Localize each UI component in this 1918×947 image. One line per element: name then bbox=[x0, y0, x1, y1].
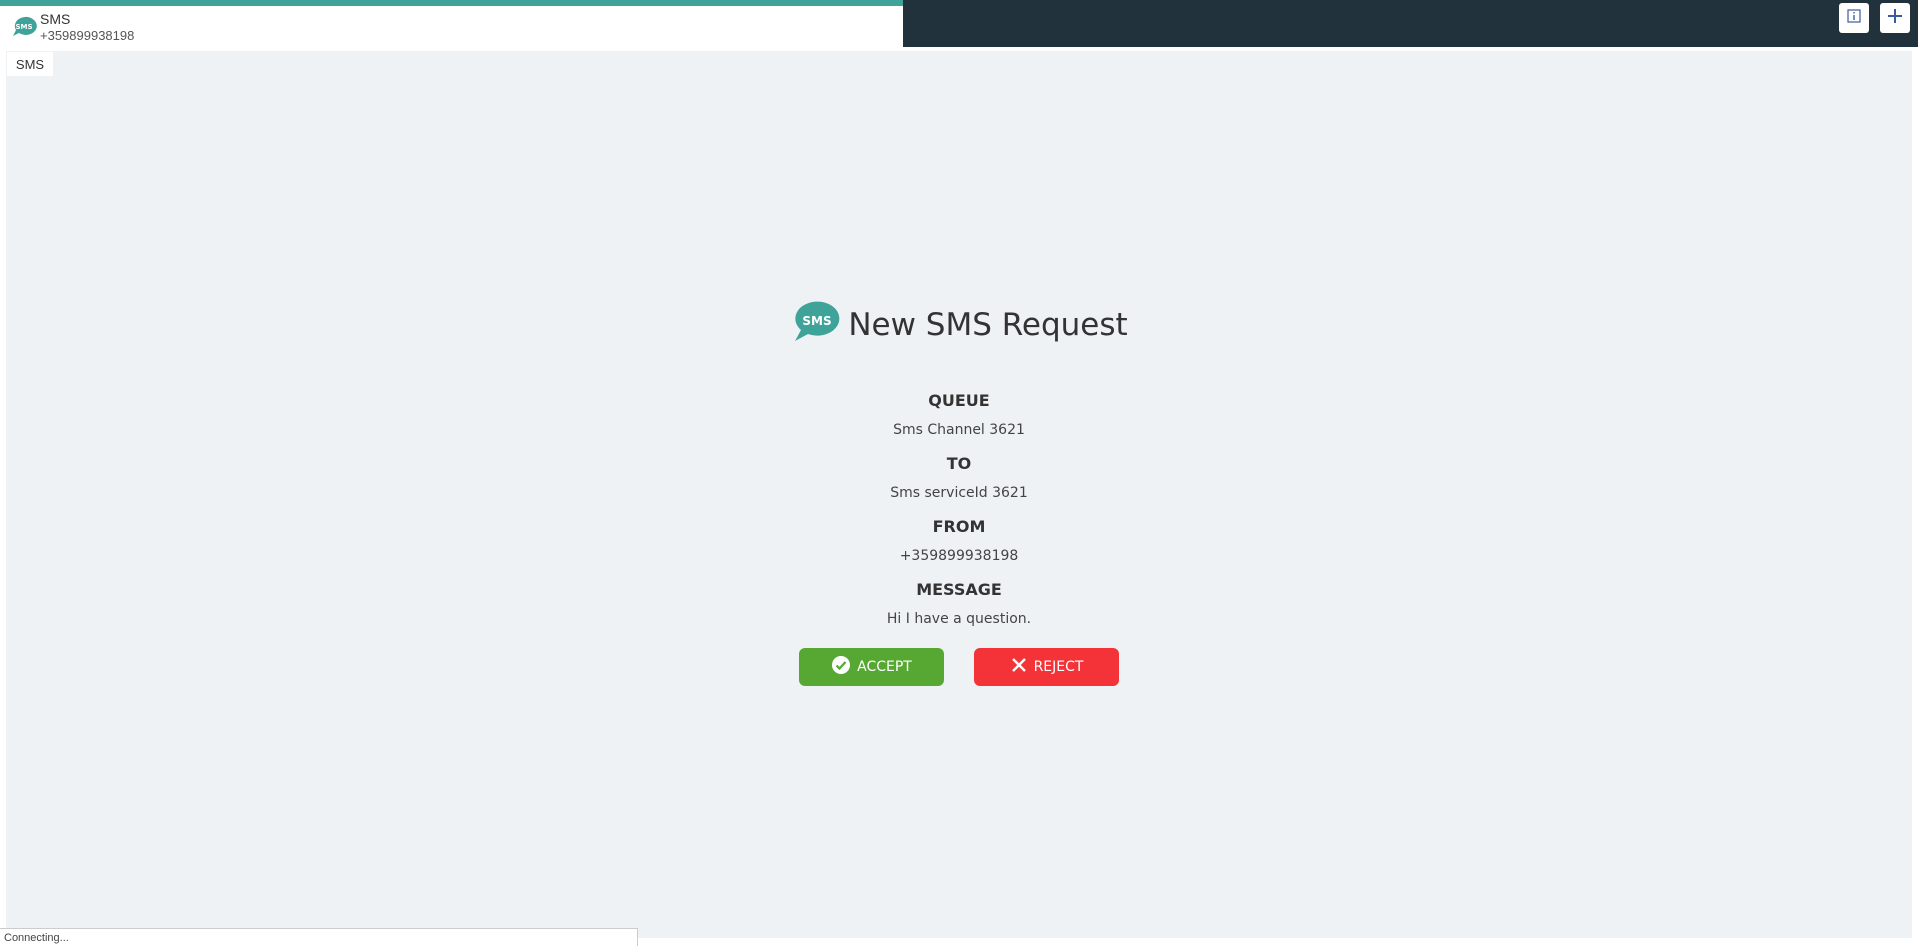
request-fields: QUEUE Sms Channel 3621 TO Sms serviceId … bbox=[0, 390, 1918, 629]
info-icon bbox=[1847, 8, 1861, 28]
accept-label: ACCEPT bbox=[857, 659, 912, 675]
tab-subtitle: +359899938198 bbox=[40, 28, 135, 43]
queue-label: QUEUE bbox=[928, 391, 990, 410]
queue-value: Sms Channel 3621 bbox=[893, 422, 1025, 438]
add-button[interactable] bbox=[1880, 3, 1910, 33]
message-label: MESSAGE bbox=[916, 580, 1002, 599]
info-button[interactable] bbox=[1839, 3, 1869, 33]
session-tab[interactable]: SMS SMS +359899938198 bbox=[0, 0, 903, 47]
from-label: FROM bbox=[932, 517, 986, 536]
sms-bubble-icon: SMS bbox=[9, 15, 37, 39]
accept-button[interactable]: ACCEPT bbox=[799, 648, 944, 686]
request-title: New SMS Request bbox=[848, 306, 1128, 343]
plus-icon bbox=[1886, 7, 1904, 30]
sms-request-panel: SMS New SMS Request bbox=[0, 300, 1918, 349]
to-label: TO bbox=[946, 454, 972, 473]
reject-button[interactable]: REJECT bbox=[974, 648, 1119, 686]
svg-text:SMS: SMS bbox=[803, 314, 832, 328]
check-circle-icon bbox=[831, 655, 851, 679]
close-icon bbox=[1010, 656, 1028, 678]
reject-label: REJECT bbox=[1033, 659, 1084, 675]
tab-title: SMS bbox=[40, 11, 71, 27]
status-bar: Connecting... bbox=[0, 928, 638, 946]
tab-sms[interactable]: SMS bbox=[7, 52, 53, 76]
sms-bubble-icon: SMS bbox=[790, 300, 840, 349]
request-header: SMS New SMS Request bbox=[0, 300, 1918, 349]
svg-text:SMS: SMS bbox=[15, 23, 32, 31]
message-value: Hi I have a question. bbox=[886, 611, 1032, 627]
from-value: +359899938198 bbox=[899, 548, 1019, 564]
to-value: Sms serviceId 3621 bbox=[890, 485, 1028, 501]
